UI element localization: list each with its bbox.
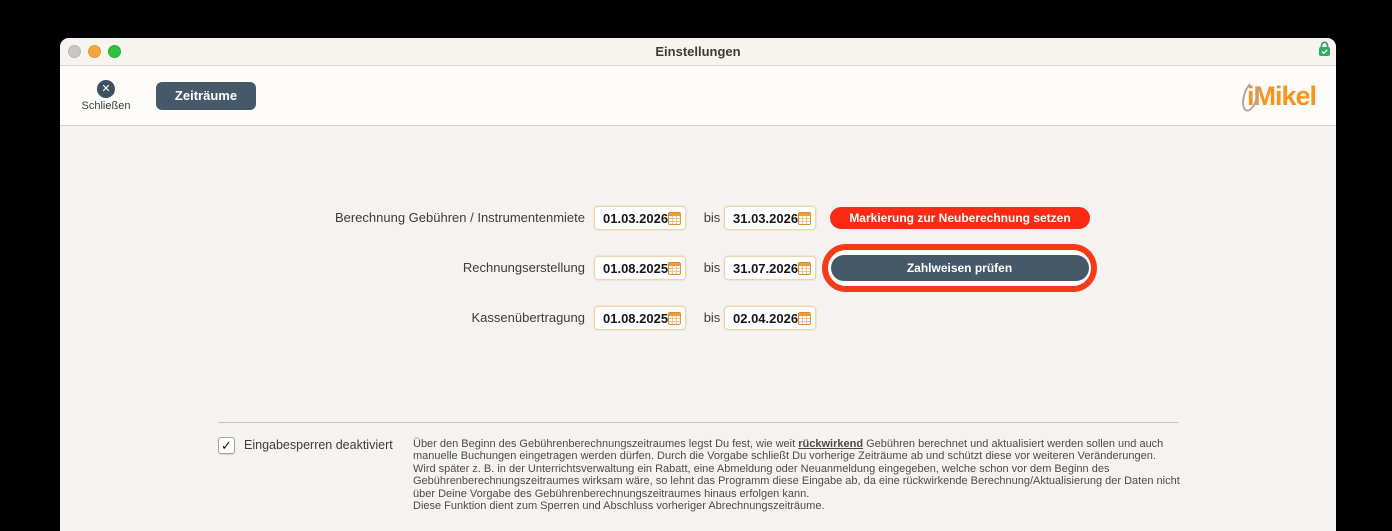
checkbox-label: Eingabesperren deaktiviert <box>244 438 393 452</box>
help-paragraph-1: Über den Beginn des Gebührenberechnungsz… <box>413 438 1164 463</box>
calendar-icon[interactable] <box>668 311 681 325</box>
row-label: Rechnungserstellung <box>462 260 585 275</box>
help-paragraph-2: Wird später z. B. in der Unterrichtsverw… <box>413 462 1180 500</box>
date-value: 02.04.2026 <box>733 310 799 326</box>
calendar-icon[interactable] <box>668 211 681 225</box>
section-divider <box>218 422 1178 423</box>
date-input-berechnung-von[interactable]: 01.03.2026 <box>594 206 686 230</box>
close-button[interactable]: ✕ Schließen <box>74 79 138 112</box>
date-value: 31.07.2026 <box>733 260 799 276</box>
date-value: 31.03.2026 <box>733 210 799 226</box>
highlight-ring: Zahlweisen prüfen <box>822 244 1097 292</box>
settings-window: Einstellungen ✕ Schließen Zeiträume iMik… <box>60 38 1336 531</box>
date-value: 01.03.2026 <box>603 210 669 226</box>
row-kassenuebertragung: Kassenübertragung 01.08.2025 bis 02.04.2… <box>60 306 1336 330</box>
help-text: Über den Beginn des Gebührenberechnungsz… <box>413 438 1181 512</box>
date-input-kasse-bis[interactable]: 02.04.2026 <box>724 306 816 330</box>
calendar-icon[interactable] <box>798 311 811 325</box>
eingabesperren-checkbox-row: ✓ Eingabesperren deaktiviert <box>218 437 393 454</box>
content-area: Berechnung Gebühren / Instrumentenmiete … <box>60 126 1336 531</box>
close-x-icon: ✕ <box>97 80 115 98</box>
calendar-icon[interactable] <box>668 261 681 275</box>
lock-check-icon <box>1318 41 1331 62</box>
date-value: 01.08.2025 <box>603 260 669 276</box>
titlebar: Einstellungen <box>60 38 1336 66</box>
row-label: Kassenübertragung <box>471 310 585 325</box>
window-title: Einstellungen <box>655 44 741 59</box>
calendar-icon[interactable] <box>798 211 811 225</box>
bis-label: bis <box>703 260 721 275</box>
date-input-rechnung-von[interactable]: 01.08.2025 <box>594 256 686 280</box>
help-paragraph-3: Diese Funktion dient zum Sperren und Abs… <box>413 500 825 513</box>
bis-label: bis <box>703 210 721 225</box>
tab-zeitraeume[interactable]: Zeiträume <box>156 82 256 110</box>
neuberechnung-button[interactable]: Markierung zur Neuberechnung setzen <box>830 207 1090 229</box>
calendar-icon[interactable] <box>798 261 811 275</box>
eingabesperren-checkbox[interactable]: ✓ <box>218 437 235 454</box>
keyword-rueckwirkend: rückwirkend <box>798 438 864 450</box>
date-input-kasse-von[interactable]: 01.08.2025 <box>594 306 686 330</box>
date-value: 01.08.2025 <box>603 310 669 326</box>
bis-label: bis <box>703 310 721 325</box>
row-berechnung-gebuehren: Berechnung Gebühren / Instrumentenmiete … <box>60 206 1336 230</box>
date-input-rechnung-bis[interactable]: 31.07.2026 <box>724 256 816 280</box>
date-input-berechnung-bis[interactable]: 31.03.2026 <box>724 206 816 230</box>
toolbar: ✕ Schließen Zeiträume iMikel <box>60 66 1336 126</box>
imikel-logo: iMikel <box>1238 78 1317 114</box>
close-button-label: Schließen <box>81 100 131 112</box>
zahlweisen-pruefen-button[interactable]: Zahlweisen prüfen <box>830 255 1089 281</box>
row-label: Berechnung Gebühren / Instrumentenmiete <box>334 210 585 225</box>
row-rechnungserstellung: Rechnungserstellung 01.08.2025 bis 31.07… <box>60 256 1336 280</box>
